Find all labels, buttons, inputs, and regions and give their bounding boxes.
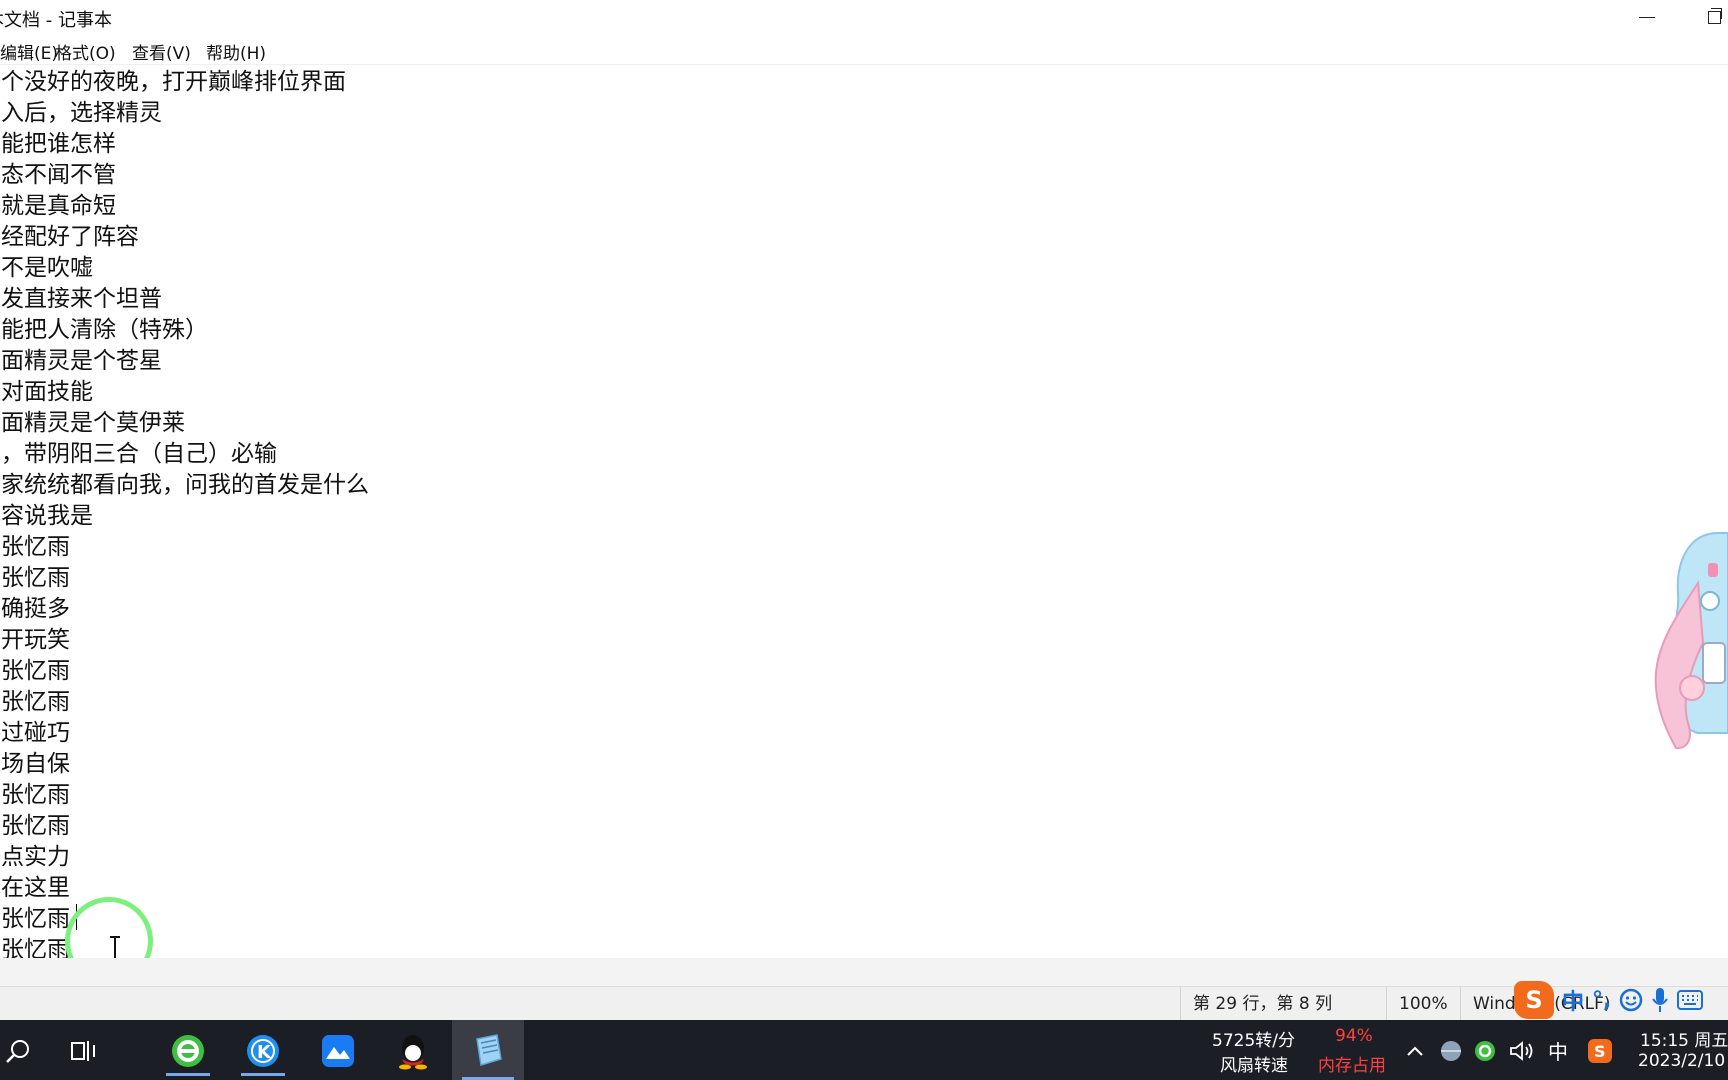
clock-time[interactable]: 15:15 周五 [1640,1026,1728,1051]
microphone-icon[interactable] [1651,987,1669,1013]
search-icon[interactable] [0,1026,46,1076]
sogou-logo-icon[interactable]: S [1514,981,1554,1019]
text-line: 对面精灵是个苍星 [0,348,162,374]
clock-date[interactable]: 2023/2/10 [1638,1051,1725,1071]
text-line: 的确挺多 [0,596,70,622]
editor-lines: 一个没好的夜晚，打开巅峰排位界面 进入后，选择精灵 不能把谁怎样 心态不闻不管 … [0,67,369,958]
text-line: 已经配好了阵容 [0,224,139,250]
text-line: 真不是吹嘘 [0,255,93,281]
cloud-app-icon[interactable] [310,1026,366,1076]
keyboard-icon[interactable] [1677,990,1704,1010]
memory-label: 内存占用 [1318,1056,1386,1076]
task-view-icon[interactable] [56,1026,112,1076]
text-line: 首发直接来个坦普 [0,286,162,312]
ibeam-cursor-icon [110,936,120,958]
text-line: 心态不闻不管 [0,162,116,188]
chevron-up-icon[interactable] [1400,1026,1430,1076]
minimize-button[interactable] [1620,0,1674,34]
text-line: 我，带阴阳三合（自己）必输 [0,441,277,467]
text-line: 一点实力 [0,844,70,870]
text-line: 胡张忆雨 [0,937,70,958]
mascot-image [1654,532,1728,750]
text-editor[interactable]: 一个没好的夜晚，打开巅峰排位界面 进入后，选择精灵 不能把谁怎样 心态不闻不管 … [0,65,1728,958]
svg-text:K: K [257,1042,272,1063]
text-line: 胡张忆雨 [0,658,70,684]
taskbar: K 5725转/分 风扇转速 94% 内存占用 中 S 15:15 周五 202… [0,1020,1728,1080]
text-line: 被对面技能 [0,379,93,405]
text-line: 大家统统都看向我，问我的首发是什么 [0,472,369,498]
text-line: 对面精灵是个莫伊莱 [0,410,185,436]
text-line: 不能把谁怎样 [0,131,116,157]
fan-speed-value: 5725转/分 [1212,1031,1295,1051]
emoji-icon[interactable] [1619,988,1643,1012]
text-line: 胡张忆雨 [0,782,70,808]
horizontal-scrollbar[interactable] [0,958,1728,986]
browser-icon[interactable] [160,1026,216,1076]
text-line: 不就是真命短 [0,193,116,219]
notepad-icon [476,1034,502,1066]
network-globe-icon[interactable] [1436,1026,1466,1076]
speaker-icon[interactable] [1504,1026,1540,1076]
fan-speed-label: 风扇转速 [1220,1056,1288,1076]
text-line: 胡张忆雨 [0,534,70,560]
menu-view[interactable]: 查看(V) [126,37,197,66]
text-line: 别开玩笑 [0,627,70,653]
text-line: 胡张忆雨 [0,689,70,715]
qq-icon[interactable] [385,1026,441,1076]
ime-mode[interactable]: 中 [1562,984,1584,1016]
restore-button[interactable] [1700,0,1728,34]
status-bar: 第 29 行，第 8 列 100% Windows (CRLF) [0,986,1728,1021]
sogou-tray-icon[interactable]: S [1582,1026,1618,1076]
cursor-position: 第 29 行，第 8 列 [1180,987,1371,1021]
text-line: 一个没好的夜晚，打开巅峰排位界面 [0,69,346,95]
title-bar: 本文档 - 记事本 [0,0,1728,34]
text-line: 胡张忆雨 [0,565,70,591]
ime-punctuation[interactable]: °, [1592,988,1611,1013]
kugou-icon[interactable]: K [235,1026,291,1076]
window-title: 本文档 - 记事本 [0,10,112,31]
text-line: 下场自保 [0,751,70,777]
ime-toolbar: S 中 °, [1514,980,1728,1020]
text-line: 不能把人清除（特殊） [0,317,208,343]
text-line: 阵容说我是 [0,503,93,529]
svg-text:S: S [1594,1042,1606,1061]
text-line: 进入后，选择精灵 [0,100,162,126]
text-line: 路过碰巧 [0,720,70,746]
menu-format[interactable]: 格式(O) [49,37,122,66]
text-line: 胡张忆雨 [0,813,70,839]
text-line: 胡张忆雨 [0,906,70,932]
menu-bar: 编辑(E) 格式(O) 查看(V) 帮助(H) [0,34,1728,65]
text-line: 我在这里 [0,875,70,901]
tray-ime-indicator[interactable]: 中 [1548,1036,1568,1065]
memory-value: 94% [1335,1026,1373,1046]
menu-help[interactable]: 帮助(H) [200,37,272,66]
browser-tray-icon[interactable] [1470,1026,1500,1076]
notepad-taskbar-button[interactable] [452,1020,524,1080]
